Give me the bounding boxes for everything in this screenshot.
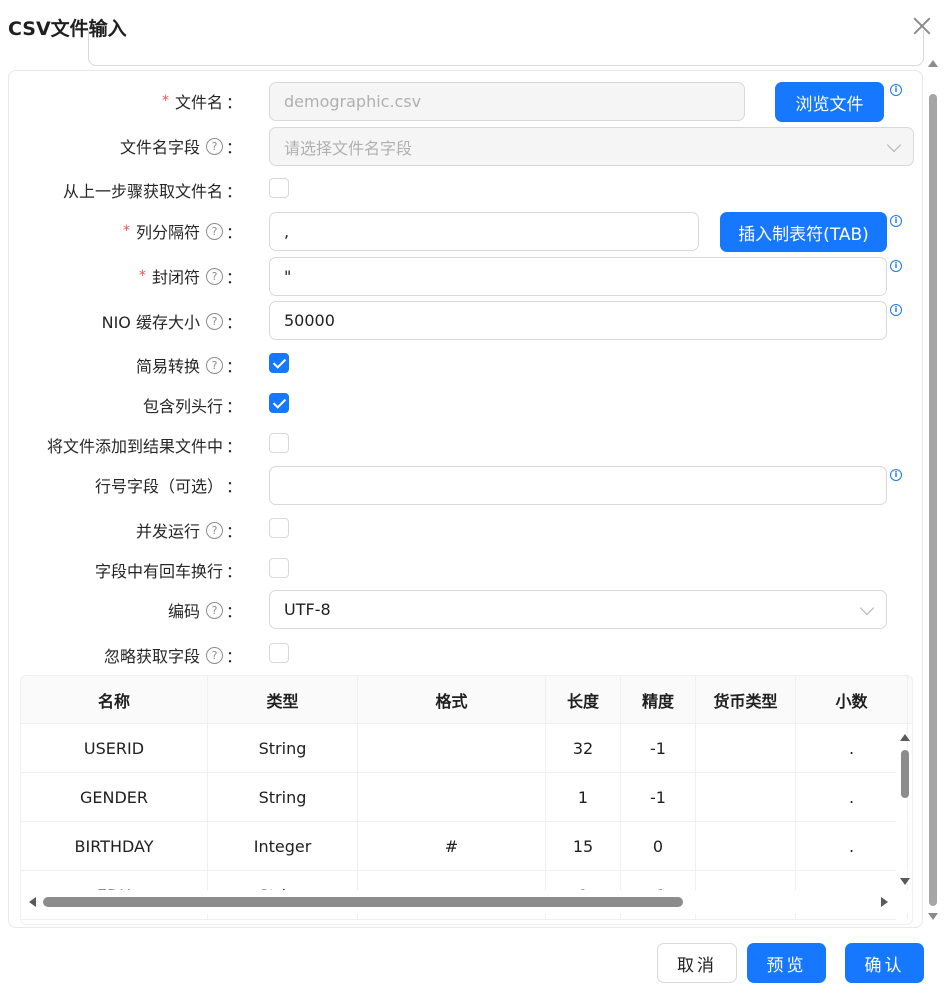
- table-vertical-scrollbar[interactable]: [898, 728, 912, 888]
- filename-input[interactable]: demographic.csv: [269, 82, 745, 121]
- lazy-conversion-checkbox[interactable]: [269, 353, 289, 373]
- chevron-down-icon: [886, 137, 902, 153]
- delimiter-input[interactable]: ,: [269, 212, 699, 251]
- form-panel: * 文件名： demographic.csv 浏览文件 i 文件名字段 ?： 请…: [8, 70, 923, 928]
- scroll-down-icon[interactable]: [928, 913, 938, 920]
- row-number-field-input[interactable]: [269, 466, 887, 505]
- enclosure-input[interactable]: ": [269, 257, 887, 296]
- insert-tab-button[interactable]: 插入制表符(TAB): [720, 212, 887, 252]
- filename-from-prev-checkbox[interactable]: [269, 178, 289, 198]
- parallel-label: 并发运行 ?：: [135, 521, 242, 541]
- browse-file-button[interactable]: 浏览文件: [775, 82, 884, 122]
- help-icon[interactable]: ?: [205, 601, 223, 619]
- row-number-field-label: 行号字段（可选）：: [94, 477, 242, 496]
- header-row-checkbox[interactable]: [269, 393, 289, 413]
- help-icon[interactable]: ?: [205, 312, 223, 330]
- encoding-label: 编码 ?：: [167, 601, 242, 621]
- help-icon[interactable]: ?: [205, 137, 223, 155]
- column-header-length[interactable]: 长度: [546, 676, 621, 724]
- table-header: 名称 类型 格式 长度 精度 货币类型 小数: [21, 676, 912, 724]
- ignore-fields-label: 忽略获取字段 ?：: [103, 646, 242, 666]
- chevron-down-icon: [859, 600, 875, 616]
- filename-field-select[interactable]: 请选择文件名字段: [269, 127, 914, 166]
- nio-buffer-label: NIO 缓存大小 ?：: [101, 312, 242, 332]
- scroll-left-icon[interactable]: [29, 897, 36, 907]
- info-icon[interactable]: i: [890, 304, 902, 316]
- info-icon[interactable]: i: [890, 469, 902, 481]
- fields-table: 名称 类型 格式 长度 精度 货币类型 小数 USERID String 32 …: [20, 675, 913, 925]
- parallel-checkbox[interactable]: [269, 518, 289, 538]
- column-header-type[interactable]: 类型: [208, 676, 358, 724]
- table-horizontal-scrollbar[interactable]: [21, 890, 912, 914]
- enclosure-label: * 封闭符 ?：: [138, 267, 242, 287]
- newline-in-field-label: 字段中有回车换行：: [94, 562, 242, 581]
- scroll-up-icon[interactable]: [928, 60, 938, 67]
- nio-buffer-input[interactable]: 50000: [269, 301, 887, 340]
- confirm-button[interactable]: 确认: [845, 943, 924, 983]
- scroll-right-icon[interactable]: [881, 897, 888, 907]
- column-header-format[interactable]: 格式: [358, 676, 546, 724]
- encoding-select[interactable]: UTF-8: [269, 590, 887, 629]
- scrollbar-thumb[interactable]: [43, 897, 683, 907]
- delimiter-label: * 列分隔符 ?：: [122, 222, 242, 242]
- help-icon[interactable]: ?: [205, 646, 223, 664]
- newline-in-field-checkbox[interactable]: [269, 558, 289, 578]
- add-to-result-checkbox[interactable]: [269, 433, 289, 453]
- filename-label: * 文件名：: [161, 93, 242, 112]
- help-icon[interactable]: ?: [205, 267, 223, 285]
- scroll-up-icon[interactable]: [900, 734, 910, 741]
- info-icon[interactable]: i: [890, 260, 902, 272]
- scrollbar-thumb[interactable]: [901, 750, 909, 798]
- table-row[interactable]: BIRTHDAY Integer # 15 0 .: [21, 822, 908, 871]
- column-header-name[interactable]: 名称: [21, 676, 208, 724]
- dialog-vertical-scrollbar[interactable]: [927, 52, 939, 922]
- previous-field-partial: [88, 30, 924, 66]
- help-icon[interactable]: ?: [205, 356, 223, 374]
- cancel-button[interactable]: 取消: [657, 943, 737, 983]
- column-header-decimal[interactable]: 小数: [796, 676, 908, 724]
- info-icon[interactable]: i: [890, 84, 902, 96]
- table-row[interactable]: USERID String 32 -1 .: [21, 724, 908, 773]
- help-icon[interactable]: ?: [205, 222, 223, 240]
- lazy-conversion-label: 简易转换 ?：: [135, 356, 242, 376]
- header-row-label: 包含列头行：: [142, 397, 242, 416]
- column-header-currency[interactable]: 货币类型: [696, 676, 796, 724]
- preview-button[interactable]: 预览: [747, 943, 826, 983]
- scrollbar-thumb[interactable]: [929, 94, 937, 906]
- info-icon[interactable]: i: [890, 215, 902, 227]
- column-header-precision[interactable]: 精度: [621, 676, 696, 724]
- ignore-fields-checkbox[interactable]: [269, 643, 289, 663]
- help-icon[interactable]: ?: [205, 521, 223, 539]
- scroll-down-icon[interactable]: [900, 878, 910, 885]
- filename-from-prev-label: 从上一步骤获取文件名：: [62, 182, 242, 201]
- filename-field-label: 文件名字段 ?：: [119, 137, 242, 157]
- add-to-result-label: 将文件添加到结果文件中：: [46, 437, 242, 456]
- csv-input-dialog: CSV文件输入 * 文件名： demographic.csv 浏览文件 i 文件…: [0, 0, 945, 1004]
- table-row[interactable]: GENDER String 1 -1 .: [21, 773, 908, 822]
